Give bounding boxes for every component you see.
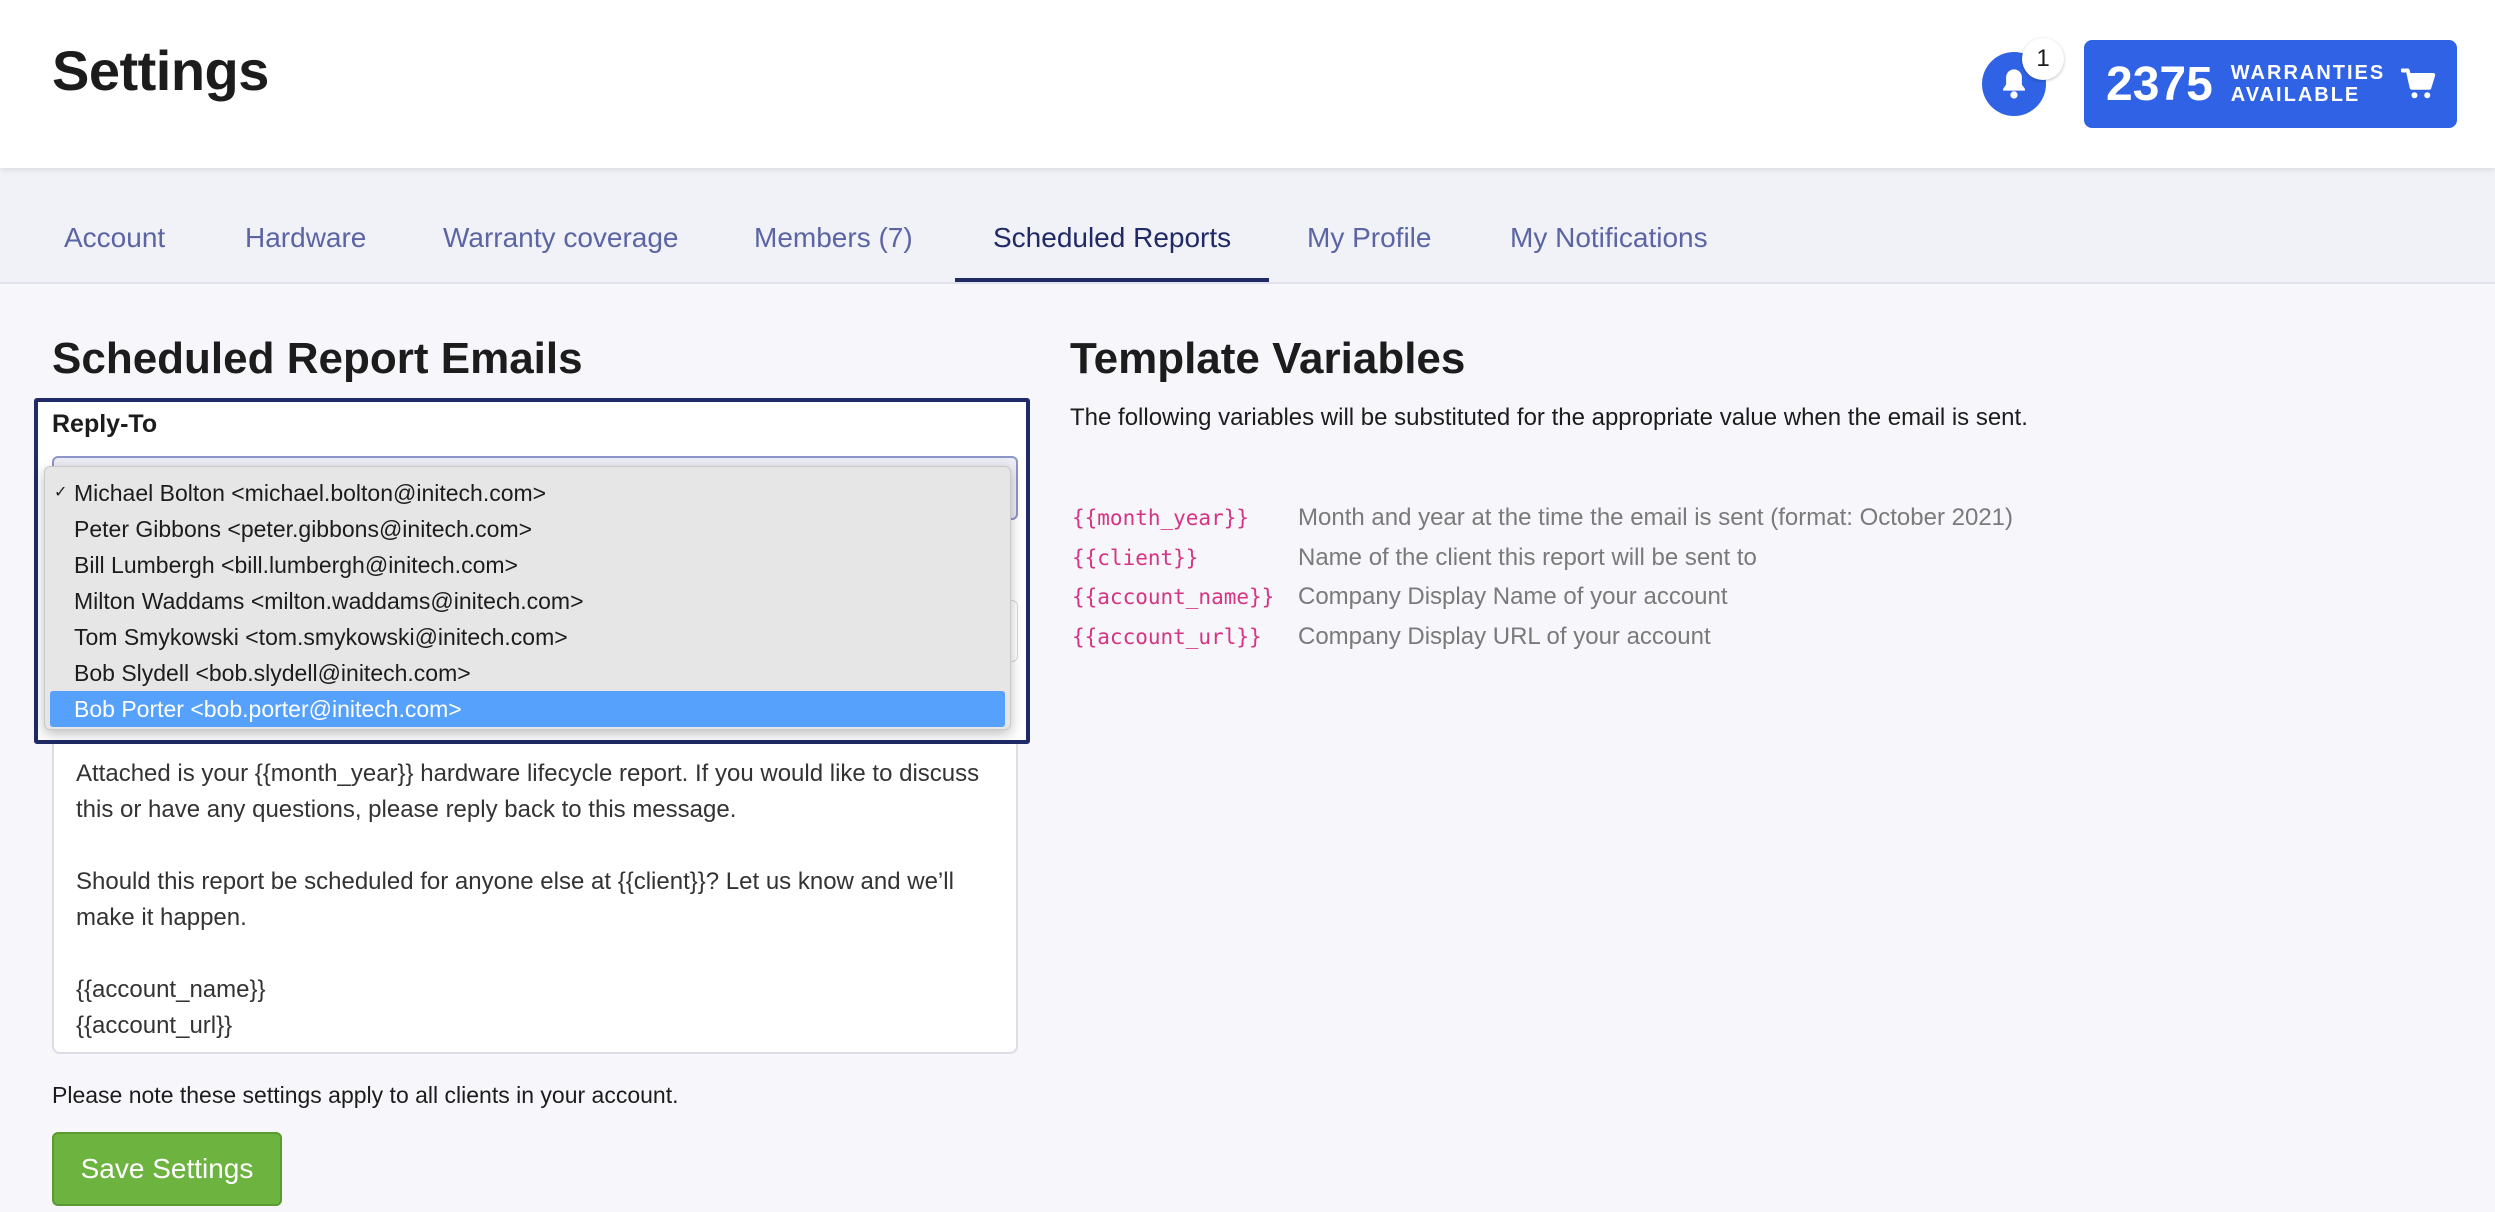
template-variables-description: The following variables will be substitu… (1070, 404, 2028, 431)
tab-my-notifications[interactable]: My Notifications (1510, 222, 1708, 254)
settings-note: Please note these settings apply to all … (52, 1082, 679, 1108)
variable-code: {{client}} (1072, 546, 1199, 570)
page-title: Settings (52, 39, 269, 102)
email-body-signature: {{account_name}} {{account_url}} (76, 976, 266, 1039)
email-body-paragraph: Attached is your {{month_year}} hardware… (76, 760, 980, 823)
save-settings-button[interactable]: Save Settings (52, 1132, 282, 1206)
tab-account[interactable]: Account (64, 222, 165, 254)
reply-to-option[interactable]: ✓ Michael Bolton <michael.bolton@initech… (50, 475, 1005, 511)
notifications-button[interactable]: 1 (1982, 38, 2064, 116)
reply-to-option[interactable]: Milton Waddams <milton.waddams@initech.c… (50, 583, 1005, 619)
tab-scheduled-reports[interactable]: Scheduled Reports (993, 222, 1231, 254)
reply-to-dropdown[interactable]: ✓ Michael Bolton <michael.bolton@initech… (44, 466, 1011, 730)
reply-to-option[interactable]: Peter Gibbons <peter.gibbons@initech.com… (50, 511, 1005, 547)
tab-my-profile[interactable]: My Profile (1307, 222, 1431, 254)
email-body-textarea[interactable]: Attached is your {{month_year}} hardware… (52, 744, 1018, 1054)
warranty-count: 2375 (2106, 57, 2213, 111)
email-body-paragraph: Should this report be scheduled for anyo… (76, 868, 954, 931)
reply-to-option[interactable]: Bill Lumbergh <bill.lumbergh@initech.com… (50, 547, 1005, 583)
active-tab-indicator (955, 278, 1269, 282)
notification-count-badge: 1 (2022, 38, 2064, 80)
tab-hardware[interactable]: Hardware (245, 222, 366, 254)
reply-to-label: Reply-To (52, 410, 158, 438)
settings-tabs: Account Hardware Warranty coverage Membe… (0, 168, 2495, 284)
reply-to-option-highlighted[interactable]: Bob Porter <bob.porter@initech.com> (50, 691, 1005, 727)
cart-icon (2400, 68, 2435, 99)
reply-to-option[interactable]: Tom Smykowski <tom.smykowski@initech.com… (50, 619, 1005, 655)
top-header: Settings 1 2375 WARRANTIES AVAILABLE (0, 0, 2495, 168)
variable-description: Company Display URL of your account (1298, 623, 1711, 650)
variable-description: Name of the client this report will be s… (1298, 544, 1757, 571)
variable-code: {{account_url}} (1072, 625, 1262, 649)
tab-warranty-coverage[interactable]: Warranty coverage (443, 222, 679, 254)
warranty-label: WARRANTIES AVAILABLE (2230, 62, 2386, 106)
tab-members[interactable]: Members (7) (754, 222, 913, 254)
bell-icon (2003, 69, 2025, 99)
variable-description: Company Display Name of your account (1298, 583, 1728, 610)
reply-to-option[interactable]: Bob Slydell <bob.slydell@initech.com> (50, 655, 1005, 691)
scheduled-report-emails-title: Scheduled Report Emails (52, 334, 583, 383)
variable-description: Month and year at the time the email is … (1298, 504, 2014, 531)
template-variables-title: Template Variables (1070, 334, 1466, 383)
variable-code: {{month_year}} (1072, 506, 1250, 530)
variable-code: {{account_name}} (1072, 585, 1275, 609)
checkmark-icon: ✓ (54, 484, 68, 501)
warranties-available-button[interactable]: 2375 WARRANTIES AVAILABLE (2084, 40, 2457, 128)
